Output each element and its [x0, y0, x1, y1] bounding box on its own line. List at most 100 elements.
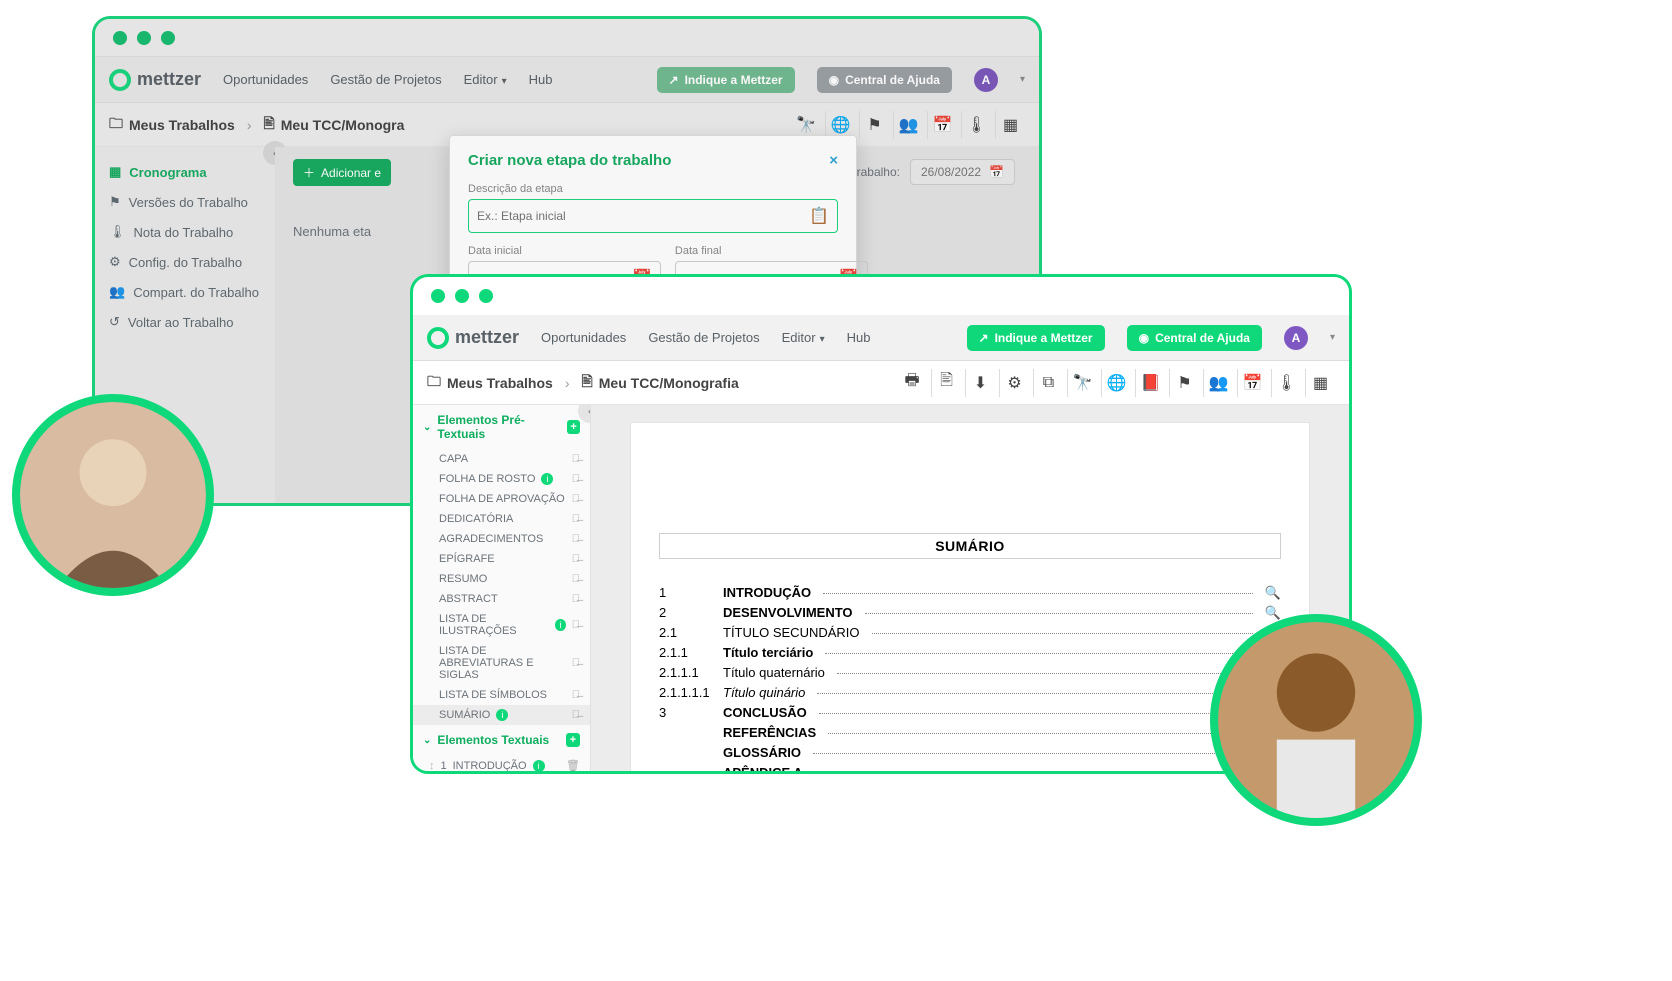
ajuda-button[interactable]: ◉Central de Ajuda	[817, 67, 952, 93]
pretextual-item[interactable]: SUMÁRIOi👁̶	[413, 705, 590, 725]
calendar-icon[interactable]: 📅	[1237, 369, 1267, 397]
calendar-icon[interactable]: 📅	[927, 111, 957, 139]
add-step-button[interactable]: ＋Adicionar e	[293, 159, 391, 186]
eye-off-icon[interactable]: 👁̶	[572, 553, 580, 565]
desc-field[interactable]: 📋	[468, 199, 838, 233]
sidebar-item-nota[interactable]: 🌡Nota do Trabalho	[95, 217, 275, 247]
add-element-button[interactable]: +	[566, 733, 580, 747]
crumb-doc[interactable]: 🖹Meu TCC/Monografia	[581, 371, 738, 395]
thermometer-icon[interactable]: 🌡	[961, 111, 991, 139]
share-icon: ↗	[669, 73, 679, 87]
sidebar-item-compart[interactable]: 👥Compart. do Trabalho	[95, 277, 275, 307]
chevron-down-icon[interactable]: ▾	[1330, 332, 1335, 343]
nav-gestao[interactable]: Gestão de Projetos	[648, 330, 759, 345]
pretextual-item[interactable]: AGRADECIMENTOS👁̶	[413, 529, 590, 549]
flag-icon[interactable]: ⚑	[859, 111, 889, 139]
drag-handle-icon[interactable]: ↕	[429, 760, 435, 772]
add-element-button[interactable]: +	[567, 420, 580, 434]
magnifier-icon[interactable]: 🔍	[1265, 605, 1281, 621]
toc-leader	[819, 713, 1253, 714]
clipboard-icon[interactable]: 📋	[809, 206, 829, 226]
brand-logo[interactable]: mettzer	[109, 69, 201, 91]
section-pretextual-header[interactable]: ⌄ Elementos Pré-Textuais +	[413, 405, 590, 449]
flag-icon[interactable]: ⚑	[1169, 369, 1199, 397]
eye-off-icon[interactable]: 👁̶	[572, 493, 580, 505]
globe-icon[interactable]: 🌐	[1101, 369, 1131, 397]
pretextual-item[interactable]: LISTA DE ILUSTRAÇÕESi👁̶	[413, 609, 590, 641]
info-icon[interactable]: i	[533, 760, 545, 772]
eye-off-icon[interactable]: 👁̶	[572, 709, 580, 721]
layout-icon[interactable]: ▦	[995, 111, 1025, 139]
info-icon[interactable]: i	[541, 473, 553, 485]
book-icon[interactable]: 📕	[1135, 369, 1165, 397]
toc-label: Título quaternário	[723, 665, 825, 680]
pretextual-item[interactable]: DEDICATÓRIA👁̶	[413, 509, 590, 529]
nav-oportunidades[interactable]: Oportunidades	[541, 330, 626, 345]
indique-button[interactable]: ↗Indique a Mettzer	[967, 325, 1105, 351]
gear-icon[interactable]: ⚙	[999, 369, 1029, 397]
brand-ring-icon	[427, 327, 449, 349]
sidebar-item-versoes[interactable]: ⚑Versões do Trabalho	[95, 187, 275, 217]
traffic-dot	[113, 31, 127, 45]
marketing-photo-right	[1218, 622, 1414, 818]
avatar[interactable]: A	[974, 68, 998, 92]
nav-hub[interactable]: Hub	[529, 72, 553, 87]
ajuda-button[interactable]: ◉Central de Ajuda	[1127, 325, 1262, 351]
download-icon[interactable]: ⬇	[965, 369, 995, 397]
file-icon[interactable]: 🖹	[931, 369, 961, 397]
layout-icon[interactable]: ▦	[1305, 369, 1335, 397]
indique-button[interactable]: ↗Indique a Mettzer	[657, 67, 795, 93]
eye-off-icon[interactable]: 👁̶	[572, 593, 580, 605]
toc-label: GLOSSÁRIO	[723, 745, 801, 760]
crumb-root[interactable]: 🗀Meus Trabalhos	[427, 371, 553, 395]
toc-label: TÍTULO SECUNDÁRIO	[723, 625, 860, 640]
sidebar-item-config[interactable]: ⚙Config. do Trabalho	[95, 247, 275, 277]
pretextual-item[interactable]: FOLHA DE APROVAÇÃO👁̶	[413, 489, 590, 509]
eye-off-icon[interactable]: 👁̶	[572, 453, 580, 465]
eye-off-icon[interactable]: 👁̶	[572, 533, 580, 545]
magnifier-icon[interactable]: 🔍	[1265, 585, 1281, 601]
sidebar-item-cronograma[interactable]: ▦Cronograma	[95, 157, 275, 187]
nav-gestao[interactable]: Gestão de Projetos	[330, 72, 441, 87]
pretextual-item[interactable]: ABSTRACT👁̶	[413, 589, 590, 609]
toc-line: 2.1.1Título terciário🔍	[659, 645, 1281, 661]
brand-logo[interactable]: mettzer	[427, 327, 519, 349]
nav-oportunidades[interactable]: Oportunidades	[223, 72, 308, 87]
eye-off-icon[interactable]: 👁̶	[572, 473, 580, 485]
thermometer-icon[interactable]: 🌡	[1271, 369, 1301, 397]
binoculars-icon[interactable]: 🔭	[1067, 369, 1097, 397]
crumb-doc[interactable]: 🖹Meu TCC/Monogra	[263, 113, 404, 137]
users-icon[interactable]: 👥	[1203, 369, 1233, 397]
section-textual-header[interactable]: ⌄ Elementos Textuais +	[413, 725, 590, 755]
toc-leader	[823, 593, 1253, 594]
nav-editor[interactable]: Editor	[782, 330, 825, 345]
pretextual-item[interactable]: RESUMO👁̶	[413, 569, 590, 589]
textual-item[interactable]: ↕1INTRODUÇÃOi🗑	[413, 755, 590, 771]
pretextual-item[interactable]: FOLHA DE ROSTOi👁̶	[413, 469, 590, 489]
pretextual-item[interactable]: LISTA DE SÍMBOLOS👁̶	[413, 685, 590, 705]
users-icon[interactable]: 👥	[893, 111, 923, 139]
eye-off-icon[interactable]: 👁̶	[572, 573, 580, 585]
sidebar-item-voltar[interactable]: ↺Voltar ao Trabalho	[95, 307, 275, 337]
toc-label: DESENVOLVIMENTO	[723, 605, 853, 620]
trash-icon[interactable]: 🗑	[566, 759, 580, 771]
eye-off-icon[interactable]: 👁̶	[572, 689, 580, 701]
pretextual-item[interactable]: LISTA DE ABREVIATURAS E SIGLAS👁̶	[413, 641, 590, 685]
crumb-root[interactable]: 🗀Meus Trabalhos	[109, 113, 235, 137]
avatar[interactable]: A	[1284, 326, 1308, 350]
copy-icon[interactable]: ⧉	[1033, 369, 1063, 397]
eye-off-icon[interactable]: 👁̶	[572, 657, 580, 669]
eye-off-icon[interactable]: 👁̶	[572, 619, 580, 631]
desc-input[interactable]	[477, 209, 809, 223]
close-icon[interactable]: ×	[829, 152, 838, 169]
nav-editor[interactable]: Editor	[464, 72, 507, 87]
print-icon[interactable]: 🖶	[897, 369, 927, 397]
deliver-date-input[interactable]: 26/08/2022📅	[910, 159, 1015, 185]
chevron-down-icon[interactable]: ▾	[1020, 74, 1025, 85]
pretextual-item[interactable]: EPÍGRAFE👁̶	[413, 549, 590, 569]
info-icon[interactable]: i	[555, 619, 565, 631]
eye-off-icon[interactable]: 👁̶	[572, 513, 580, 525]
pretextual-item[interactable]: CAPA👁̶	[413, 449, 590, 469]
nav-hub[interactable]: Hub	[847, 330, 871, 345]
info-icon[interactable]: i	[496, 709, 508, 721]
